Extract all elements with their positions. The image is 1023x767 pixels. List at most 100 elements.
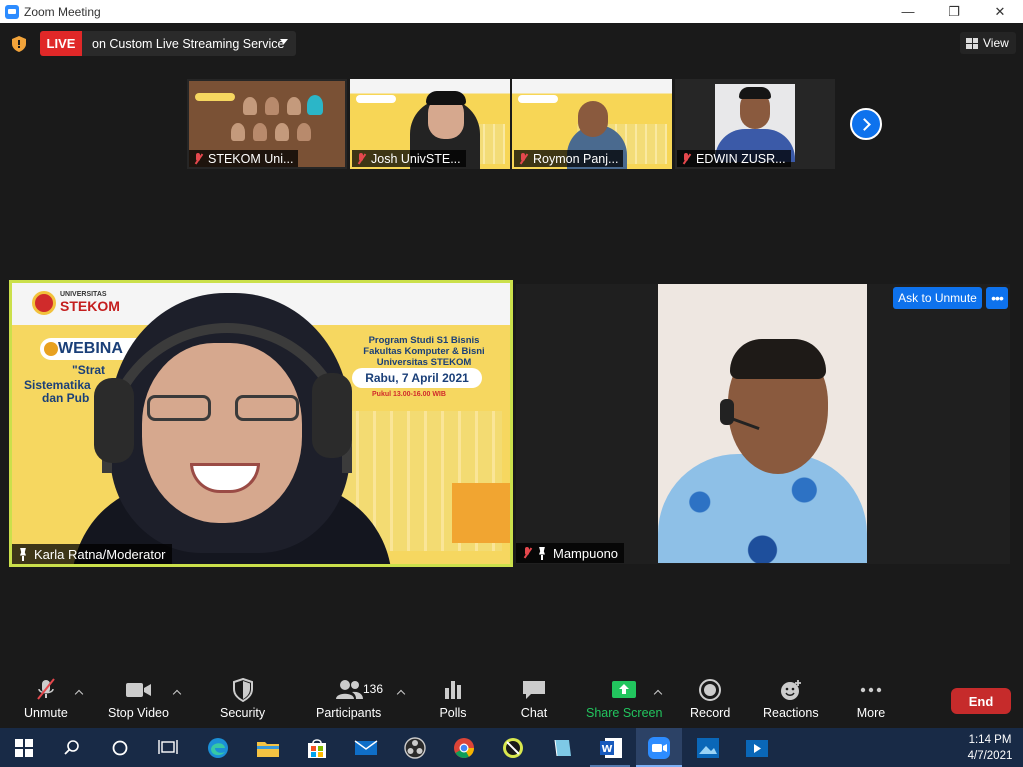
participant-name: Mampuono <box>553 545 619 561</box>
system-clock[interactable]: 1:14 PM 4/7/2021 <box>960 732 1020 764</box>
security-shield-icon[interactable] <box>12 36 26 52</box>
poster-face <box>297 123 311 141</box>
record-button[interactable]: Record <box>690 678 730 724</box>
thumbnail-namebar: STEKOM Uni... <box>189 150 299 167</box>
window-controls: — ❐ ✕ <box>885 0 1023 23</box>
participant-thumbnail[interactable]: STEKOM Uni... <box>187 79 347 169</box>
participant-thumbnail[interactable]: Roymon Panj... <box>512 79 672 169</box>
muted-microphone-icon <box>37 678 55 700</box>
slide-program: Program Studi S1 Bisnis Fakultas Kompute… <box>363 335 485 368</box>
caret-down-icon <box>280 39 288 44</box>
muted-mic-icon <box>522 547 532 559</box>
live-badge[interactable]: LIVE <box>40 31 82 56</box>
windows-start-icon[interactable] <box>9 733 39 763</box>
video-camera-icon <box>126 683 152 697</box>
chat-button[interactable]: Chat <box>519 678 549 724</box>
poster-face <box>307 95 323 115</box>
polls-button[interactable]: Polls <box>438 678 468 724</box>
chrome-icon[interactable] <box>449 733 479 763</box>
participant-face <box>578 101 608 137</box>
slide-time: Pukul 13.00-16.00 WIB <box>372 391 446 398</box>
active-speaker-tile[interactable]: UNIVERSITAS STEKOM WEBINA "Strat Sistema… <box>9 280 513 567</box>
participant-hair <box>730 339 826 379</box>
live-service-label: on Custom Live Streaming Service <box>92 36 285 51</box>
live-streaming-dropdown[interactable]: on Custom Live Streaming Service <box>82 31 296 56</box>
app-icon[interactable] <box>498 733 528 763</box>
unmute-button[interactable]: Unmute <box>24 678 68 724</box>
participant-name: Josh UnivSTE... <box>371 151 461 166</box>
clock-time: 1:14 PM <box>968 734 1012 746</box>
logo-emblem <box>32 291 56 315</box>
close-button[interactable]: ✕ <box>977 0 1023 23</box>
participant-namebar: Mampuono <box>516 543 625 563</box>
edge-browser-icon[interactable] <box>203 733 233 763</box>
obs-icon[interactable] <box>400 733 430 763</box>
slide-date: Rabu, 7 April 2021 <box>352 368 482 388</box>
slide-text: Sistematika <box>24 378 91 392</box>
photos-icon[interactable] <box>693 733 723 763</box>
slide-decoration <box>452 483 510 543</box>
window-title: Zoom Meeting <box>24 4 101 19</box>
next-page-button[interactable] <box>850 108 882 140</box>
participant-video <box>658 284 867 563</box>
svg-text:W: W <box>601 744 612 755</box>
clock-date: 4/7/2021 <box>967 750 1013 762</box>
slide-text: "Strat <box>72 363 106 377</box>
ask-to-unmute-button[interactable]: Ask to Unmute <box>893 287 982 309</box>
view-button[interactable]: View <box>960 32 1016 54</box>
chat-bubble-icon <box>523 681 545 699</box>
poster-face <box>287 97 301 115</box>
polls-icon <box>445 681 461 699</box>
security-button[interactable]: Security <box>220 678 265 724</box>
participants-options-caret[interactable] <box>396 688 406 698</box>
poster-face <box>275 123 289 141</box>
minimize-button[interactable]: — <box>885 0 931 23</box>
video-editor-icon[interactable] <box>742 733 772 763</box>
poster-face <box>243 97 257 115</box>
reactions-smiley-icon <box>780 680 801 700</box>
stop-video-button[interactable]: Stop Video <box>108 678 169 724</box>
zoom-taskbar-icon[interactable] <box>644 733 674 763</box>
thumbnail-namebar: Roymon Panj... <box>514 150 624 167</box>
maximize-button[interactable]: ❐ <box>931 0 977 23</box>
participant-hair <box>739 87 771 99</box>
search-icon[interactable] <box>57 733 87 763</box>
muted-mic-icon <box>681 152 691 165</box>
file-explorer-icon[interactable] <box>253 733 283 763</box>
word-icon[interactable]: W <box>596 733 626 763</box>
record-icon <box>699 679 722 701</box>
thumbnail-namebar: EDWIN ZUSR... <box>677 150 791 167</box>
share-options-caret[interactable] <box>653 688 663 698</box>
task-view-icon[interactable] <box>153 733 183 763</box>
audio-options-caret[interactable] <box>74 688 84 698</box>
thumbnail-namebar: Josh UnivSTE... <box>352 150 466 167</box>
store-icon[interactable] <box>302 733 332 763</box>
view-label: View <box>983 36 1009 50</box>
share-screen-button[interactable]: Share Screen <box>586 678 662 724</box>
participant-name: STEKOM Uni... <box>208 151 294 166</box>
reactions-button[interactable]: Reactions <box>763 678 819 724</box>
participant-thumbnail[interactable]: Josh UnivSTE... <box>350 79 510 169</box>
muted-mic-icon <box>356 152 366 165</box>
participant-tile[interactable] <box>516 284 1010 564</box>
cortana-icon[interactable] <box>105 733 135 763</box>
participants-count: 136 <box>363 682 384 696</box>
more-button[interactable]: More <box>856 678 886 724</box>
participant-thumbnail[interactable]: EDWIN ZUSR... <box>675 79 835 169</box>
title-bar: Zoom Meeting — ❐ ✕ <box>0 0 1023 23</box>
meeting-toolbar: Unmute Stop Video Security Participants … <box>0 670 1023 728</box>
slide-text: dan Pub <box>42 391 90 405</box>
mail-icon[interactable] <box>351 733 381 763</box>
end-meeting-button[interactable]: End <box>951 688 1011 714</box>
participant-name: EDWIN ZUSR... <box>696 151 786 166</box>
muted-mic-icon <box>518 152 528 165</box>
participant-more-button[interactable]: ••• <box>986 287 1008 309</box>
poster-pill <box>195 93 235 101</box>
participant-name: Karla Ratna/Moderator <box>34 546 166 562</box>
notes-app-icon[interactable] <box>547 733 577 763</box>
pin-icon <box>537 547 547 560</box>
video-options-caret[interactable] <box>172 688 182 698</box>
participants-icon <box>335 680 363 699</box>
pin-icon <box>18 548 28 561</box>
headset <box>720 399 734 425</box>
